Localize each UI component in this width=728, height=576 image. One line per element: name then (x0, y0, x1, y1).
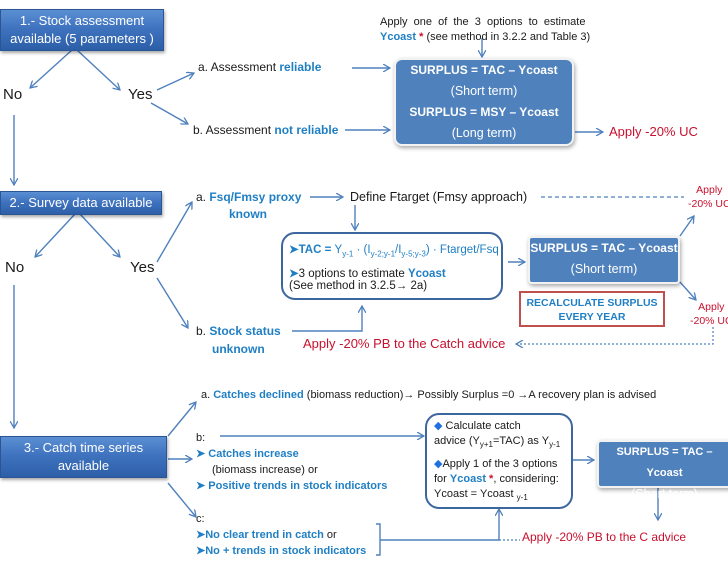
chevron-icon: ➤ (289, 244, 299, 256)
ycoast-options: ➤3 options to estimate Ycoast (289, 268, 446, 281)
step2-box: 2.- Survey data available (0, 191, 162, 215)
step3-surplus-box: SURPLUS = TAC – Ycoast (Short term) (597, 440, 728, 501)
arrow-step3-c (167, 482, 196, 517)
arrow-step2-yes (79, 213, 120, 257)
arrow-surplus2-penalty-top (679, 216, 694, 237)
step2-option-a: a. Fsq/Fmsy proxy known (196, 190, 302, 221)
catch-advice-penalty: Apply -20% PB to the Catch advice (303, 336, 506, 351)
arrow-stockstatus-formula (292, 306, 362, 332)
step1-option-b: b. Assessment not reliable (193, 123, 339, 137)
arrow-step3-a (167, 402, 196, 437)
step1-no-label: No (3, 86, 23, 103)
recalculate-box: RECALCULATE SURPLUS EVERY YEAR (519, 291, 665, 327)
reliable-highlight: reliable (279, 60, 322, 74)
chevron-icon: ➤ (289, 268, 299, 281)
arrow-step2-no (35, 213, 76, 257)
step2-penalty-bottom: Apply -20% UC (690, 301, 728, 327)
step2-surplus-box: SURPLUS = TAC – Ycoast (Short term) (528, 236, 680, 284)
method-ref: (See method in 3.2.5→ 2a) (289, 280, 428, 293)
step2-yes-label: Yes (130, 259, 155, 276)
step2-no-label: No (5, 259, 25, 276)
arrow-c-calcbox (380, 509, 499, 541)
step1-yes-label: Yes (128, 86, 153, 103)
arrow-step1-no (30, 49, 73, 88)
step1-penalty: Apply -20% UC (609, 124, 698, 139)
not-reliable-highlight: not reliable (274, 123, 339, 137)
step1-surplus-box: SURPLUS = TAC – Ycoast (Short term) SURP… (394, 58, 574, 146)
chevron-icon: ➤ (196, 545, 206, 557)
bracket-c (376, 523, 381, 556)
step2-penalty-top: Apply -20% UC (688, 184, 728, 210)
step1-box: 1.- Stock assessment available (5 parame… (0, 9, 164, 51)
arrow-step1-yes (76, 49, 120, 90)
step3-option-c: c: ➤No clear trend in catch or ➤No + tre… (196, 513, 367, 557)
step3-box: 3.- Catch time series available (0, 436, 167, 478)
step2-option-b: b. Stock status unknown (196, 324, 281, 356)
step1-option-a: a. Assessment reliable (198, 60, 322, 74)
step1-title-line1: 1.- Stock assessment (19, 13, 145, 28)
diamond-icon: ◆ (434, 420, 443, 432)
calc-box: ◆ Calculate catch advice (Yy+1=TAC) as Y… (425, 413, 573, 509)
dotted-penalty-catchadvice (516, 327, 714, 344)
arrow-surplus2-penalty-bottom (679, 281, 696, 300)
chevron-icon: ➤ (196, 448, 206, 460)
arrow-yes-fsq (156, 202, 192, 263)
define-ftarget: Define Ftarget (Fmsy approach) (350, 190, 528, 204)
step1-note: Apply one of the 3 options to estimate Y… (380, 16, 591, 43)
arrow-yes-reliable (156, 73, 194, 91)
step3-penalty: Apply -20% PB to the C advice (522, 530, 687, 544)
chevron-icon: ➤ (196, 529, 206, 541)
arrow-yes-stockstatus (156, 277, 188, 328)
arrow-yes-notreliable (150, 102, 188, 124)
tac-formula: ➤TAC = Yy-1 · (Iy-2;y-1/Iy-5;y-3) · Ftar… (289, 244, 499, 259)
step3-option-b: b: ➤ Catches increase (biomass increase)… (196, 432, 388, 492)
formula-box: ➤TAC = Yy-1 · (Iy-2;y-1/Iy-5;y-3) · Ftar… (281, 232, 503, 300)
step3-option-a: a. Catches declined (biomass reduction)→… (201, 389, 657, 401)
chevron-icon: ➤ (196, 480, 206, 492)
step1-title-line2: available (5 parameters ) (10, 31, 154, 46)
